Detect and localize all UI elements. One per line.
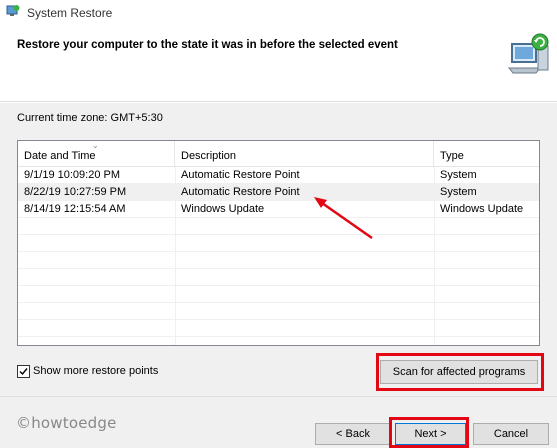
table-row-selected[interactable]: 8/22/19 10:27:59 PM Automatic Restore Po… [18,184,539,201]
title-bar: System Restore [0,0,557,26]
page-title: Restore your computer to the state it wa… [17,39,398,51]
list-rows: 9/1/19 10:09:20 PM Automatic Restore Poi… [18,167,539,337]
header: Restore your computer to the state it wa… [0,26,557,102]
sort-arrow-icon: ⌄ [92,141,99,150]
column-header-date-label: Date and Time [24,150,96,162]
empty-row [18,303,539,320]
column-header-description[interactable]: Description [175,141,434,167]
cancel-button[interactable]: Cancel [473,423,549,445]
cell-date: 8/22/19 10:27:59 PM [24,186,127,198]
system-restore-icon [6,5,20,16]
table-row[interactable]: 9/1/19 10:09:20 PM Automatic Restore Poi… [18,167,539,184]
column-header-description-label: Description [181,150,237,162]
cell-description: Automatic Restore Point [181,169,300,181]
column-header-type-label: Type [440,150,464,162]
timezone-label: Current time zone: GMT+5:30 [17,112,163,124]
cell-date: 8/14/19 12:15:54 AM [24,203,126,215]
show-more-checkbox[interactable] [17,365,30,378]
cell-type: System [440,169,477,181]
cell-date: 9/1/19 10:09:20 PM [24,169,121,181]
list-header: ⌄ Date and Time Description Type [18,141,539,167]
empty-row [18,320,539,337]
show-more-label[interactable]: Show more restore points [33,365,158,378]
back-button[interactable]: < Back [315,423,391,445]
cell-type: System [440,186,477,198]
cell-type: Windows Update [440,203,524,215]
main-panel: Current time zone: GMT+5:30 ⌄ Date and T… [0,103,557,396]
restore-point-list[interactable]: ⌄ Date and Time Description Type 9/1/19 … [17,140,540,346]
footer: ©howtoedge < Back Next > Cancel [0,396,557,448]
column-header-type[interactable]: Type [434,141,539,167]
empty-row [18,235,539,252]
empty-row [18,269,539,286]
empty-row [18,286,539,303]
watermark: ©howtoedge [16,414,117,432]
restore-computer-icon [507,33,549,74]
checkmark-icon [19,368,28,376]
empty-row [18,252,539,269]
cell-description: Automatic Restore Point [181,186,300,198]
window-title: System Restore [27,6,113,20]
next-button[interactable]: Next > [395,423,466,445]
empty-row [18,218,539,235]
scan-affected-programs-button[interactable]: Scan for affected programs [380,360,538,384]
cell-description: Windows Update [181,203,265,215]
table-row[interactable]: 8/14/19 12:15:54 AM Windows Update Windo… [18,201,539,218]
column-header-date[interactable]: ⌄ Date and Time [18,141,175,167]
